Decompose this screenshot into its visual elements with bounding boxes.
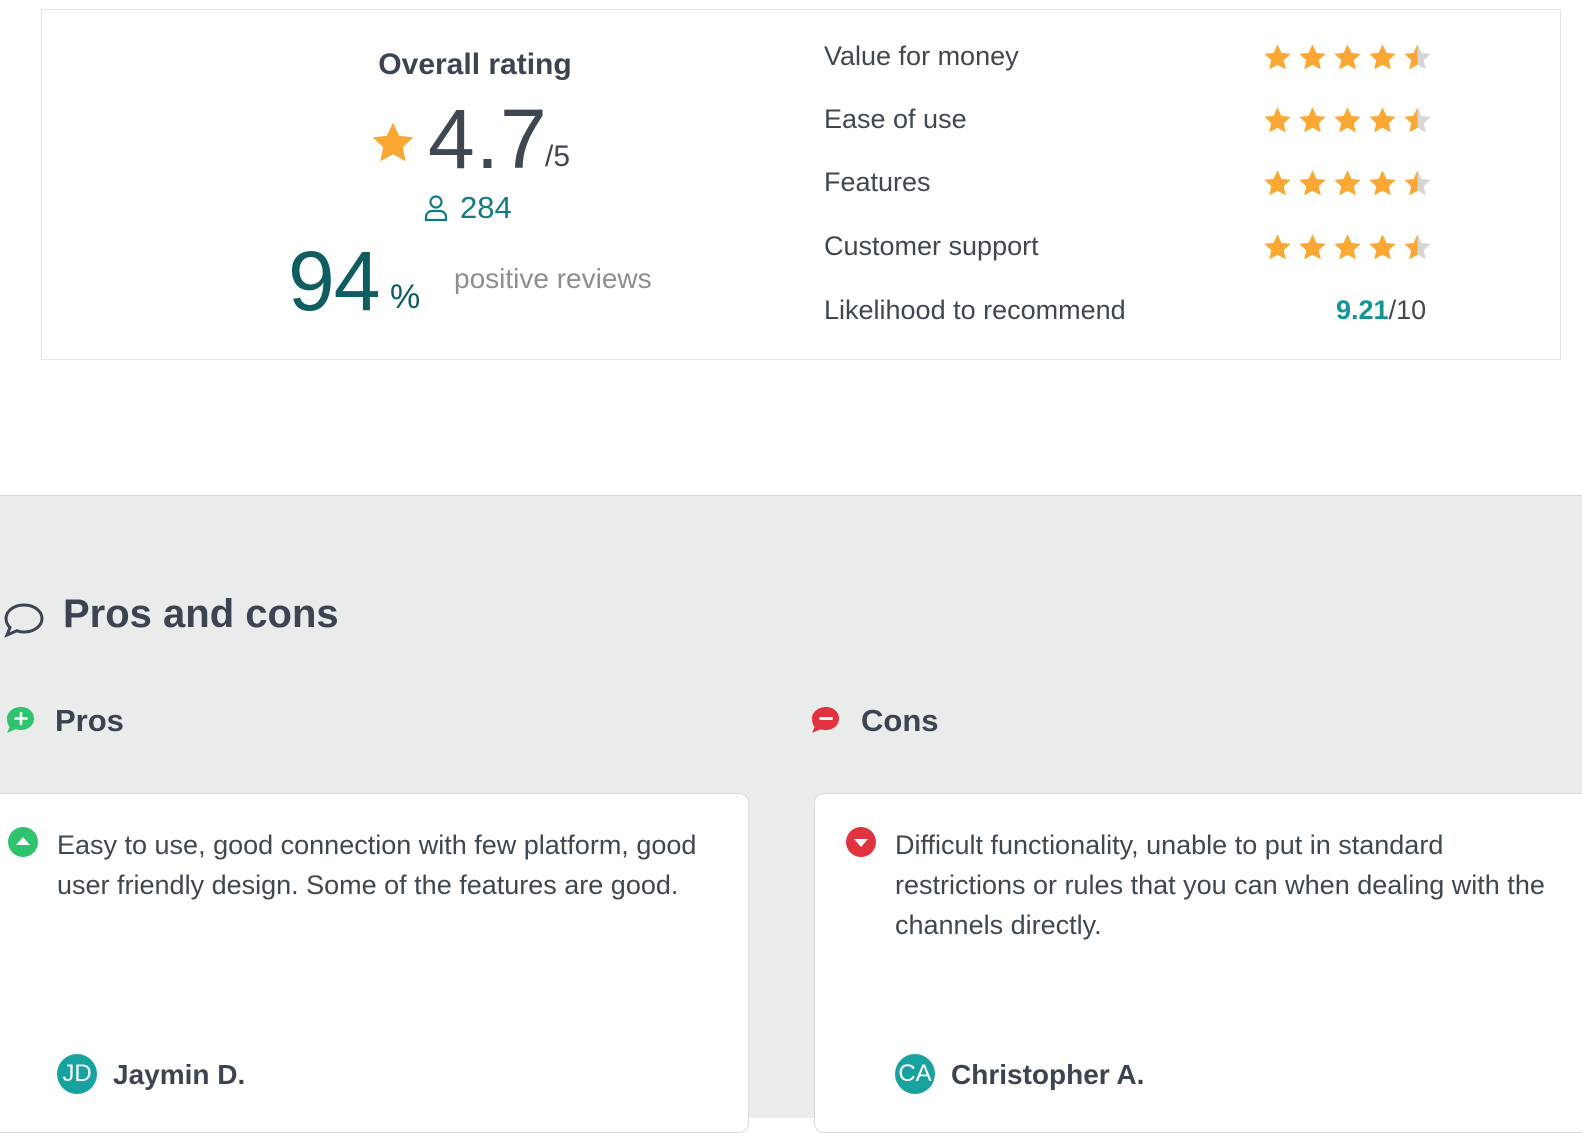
star-full-icon <box>1264 107 1291 133</box>
positive-reviews-label: positive reviews <box>454 263 652 294</box>
star-full-icon <box>1299 170 1326 196</box>
minus-bubble-icon <box>812 707 839 733</box>
pros-review-card: Easy to use, good connection with few pl… <box>0 793 749 1133</box>
arrow-up-icon <box>8 827 38 857</box>
percent-sign: % <box>390 278 421 316</box>
recommend-label: Likelihood to recommend <box>824 295 1126 325</box>
recommend-value: 9.21 <box>1336 295 1389 325</box>
star-icon <box>372 122 414 162</box>
criterion-stars <box>1262 105 1433 136</box>
review-count[interactable]: 284 <box>424 190 512 226</box>
criterion-label: Ease of use <box>824 104 967 134</box>
overall-score: 4.7 <box>428 92 548 186</box>
recommend-score: 9.21/10 <box>1336 295 1426 326</box>
star-half-icon <box>1404 170 1431 196</box>
criterion-stars <box>1262 232 1433 263</box>
overall-rating-label: Overall rating <box>378 48 572 81</box>
cons-heading: Cons <box>861 703 939 738</box>
criterion-label: Customer support <box>824 231 1039 261</box>
pros-heading: Pros <box>55 703 124 738</box>
plus-bubble-icon <box>7 707 34 733</box>
pros-text: Easy to use, good connection with few pl… <box>57 830 697 900</box>
star-full-icon <box>1264 44 1291 70</box>
star-full-icon <box>1369 170 1396 196</box>
recommend-scale: /10 <box>1388 295 1427 325</box>
criterion-label: Value for money <box>824 41 1019 71</box>
criterion-stars <box>1262 42 1433 73</box>
star-full-icon <box>1369 234 1396 260</box>
cons-text: Difficult functionality, unable to put i… <box>895 830 1545 940</box>
star-full-icon <box>1369 107 1396 133</box>
positive-percentage: 94 <box>288 234 380 328</box>
star-full-icon <box>1264 234 1291 260</box>
star-full-icon <box>1299 107 1326 133</box>
cons-review-card: Difficult functionality, unable to put i… <box>814 793 1582 1133</box>
star-half-icon <box>1404 234 1431 260</box>
star-half-icon <box>1404 107 1431 133</box>
user-icon <box>424 195 448 222</box>
score-scale: /5 <box>545 140 571 173</box>
star-full-icon <box>1334 234 1361 260</box>
star-full-icon <box>1299 44 1326 70</box>
arrow-down-icon <box>846 827 876 857</box>
pros-cons-section: Pros and cons Pros Cons Easy to use, goo… <box>0 495 1582 1133</box>
avatar: JD <box>57 1054 97 1094</box>
star-full-icon <box>1369 44 1396 70</box>
avatar: CA <box>895 1054 935 1094</box>
star-half-icon <box>1404 44 1431 70</box>
reviewer-name[interactable]: Jaymin D. <box>113 1059 245 1091</box>
speech-bubble-icon <box>4 603 44 638</box>
section-title: Pros and cons <box>63 592 339 636</box>
criterion-label: Features <box>824 167 931 197</box>
reviewer-name[interactable]: Christopher A. <box>951 1059 1144 1091</box>
criterion-stars <box>1262 168 1433 199</box>
review-count-value: 284 <box>460 190 512 225</box>
star-full-icon <box>1264 170 1291 196</box>
star-full-icon <box>1334 44 1361 70</box>
rating-section: Overall rating 4.7 /5 284 94 % positive … <box>0 0 1582 497</box>
star-full-icon <box>1334 107 1361 133</box>
star-full-icon <box>1299 234 1326 260</box>
star-full-icon <box>1334 170 1361 196</box>
